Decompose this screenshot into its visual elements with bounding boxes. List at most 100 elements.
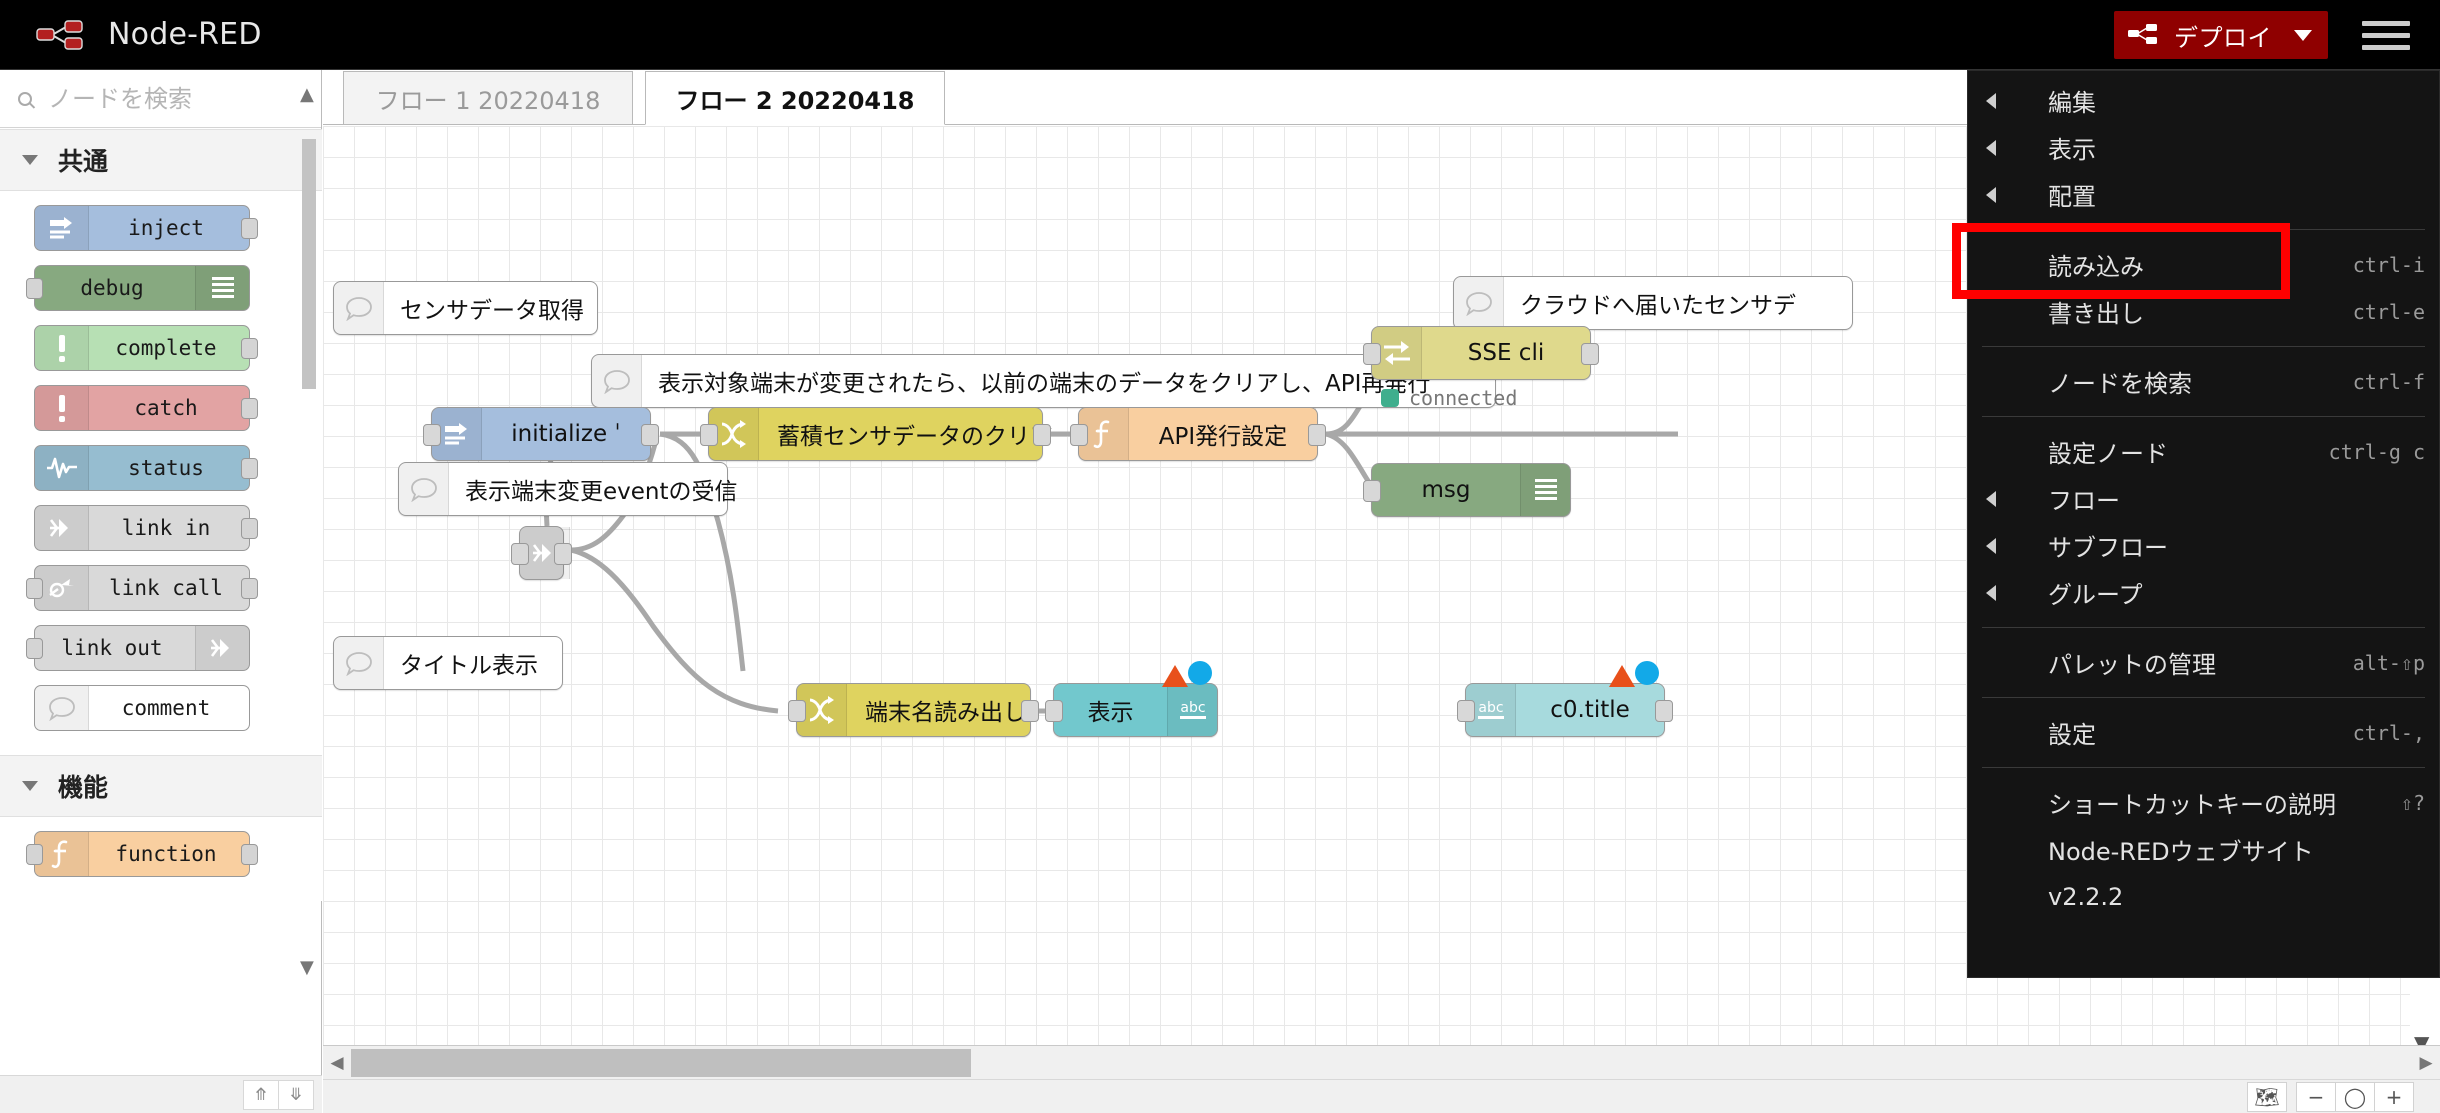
menu-item-8[interactable]: サブフロー: [1968, 522, 2439, 569]
flow-tab-1[interactable]: フロー 2 20220418: [645, 71, 945, 125]
flow-node-n7[interactable]: 端末名読み出し: [788, 683, 1039, 737]
flow-port-out[interactable]: [1655, 700, 1673, 722]
menu-item-shortcut: ctrl-i: [2352, 252, 2425, 277]
flow-port-in[interactable]: [1363, 480, 1381, 502]
flow-node-c3[interactable]: クラウドへ届いたセンサデ: [1453, 276, 1853, 330]
flow-port-out[interactable]: [1033, 424, 1051, 446]
flow-node-n8[interactable]: 表示 abc: [1045, 683, 1218, 737]
hscroll-thumb[interactable]: [351, 1048, 971, 1077]
palette-node-debug[interactable]: debug: [26, 265, 250, 311]
menu-item-7[interactable]: フロー: [1968, 475, 2439, 522]
flow-port-in[interactable]: [700, 424, 718, 446]
menu-item-shortcut: ctrl-g c: [2328, 439, 2425, 464]
flow-port-in[interactable]: [1457, 700, 1475, 722]
flow-node-n2[interactable]: 蓄積センサデータのクリア: [700, 407, 1053, 461]
menu-item-13[interactable]: Node-REDウェブサイト: [1968, 826, 2439, 873]
flow-port-out[interactable]: [1021, 700, 1039, 722]
palette-node-inject[interactable]: inject: [34, 205, 258, 251]
palette-node-link-call[interactable]: link call: [26, 565, 258, 611]
flow-node-c4[interactable]: 表示端末変更eventの受信: [398, 462, 738, 516]
deploy-button[interactable]: デプロイ: [2114, 11, 2328, 59]
search-input[interactable]: [46, 83, 286, 114]
palette-port-out[interactable]: [241, 338, 258, 359]
palette-port-out[interactable]: [241, 518, 258, 539]
circle-icon[interactable]: ◯: [2335, 1081, 2375, 1112]
flow-node-c1[interactable]: センサデータ取得: [333, 281, 598, 335]
menu-item-11[interactable]: 設定 ctrl-,: [1968, 709, 2439, 756]
chevrons-down-icon[interactable]: ⤋: [278, 1079, 314, 1110]
map-icon[interactable]: 🗺: [2247, 1081, 2287, 1112]
palette-port-out[interactable]: [241, 458, 258, 479]
palette-node-comment[interactable]: comment: [34, 685, 250, 731]
palette-node-link-in[interactable]: link in: [34, 505, 258, 551]
chevron-up-icon[interactable]: ▲: [300, 84, 314, 105]
flow-node-n5[interactable]: msg: [1363, 463, 1571, 517]
flow-port-in[interactable]: [423, 424, 441, 446]
menu-item-0[interactable]: 編集: [1968, 77, 2439, 124]
chevron-right-icon[interactable]: ▶: [2412, 1053, 2440, 1073]
chevron-left-icon: [1986, 139, 1996, 156]
main-menu[interactable]: 編集 表示 配置読み込み ctrl-i 書き出し ctrl-e ノードを検索 ctrl-f 設定…: [1952, 70, 2440, 978]
flow-node-n3[interactable]: API発行設定: [1070, 407, 1326, 461]
palette-scroll-thumb[interactable]: [302, 139, 316, 389]
palette-scrollbar[interactable]: ▲ ▼: [300, 84, 318, 1034]
hscroll-track[interactable]: [351, 1046, 2412, 1080]
menu-item-1[interactable]: 表示: [1968, 124, 2439, 171]
menu-item-3[interactable]: 読み込み ctrl-i: [1968, 241, 2439, 288]
chevron-down-icon[interactable]: [2294, 29, 2312, 41]
chevrons-up-icon[interactable]: ⤊: [243, 1079, 279, 1110]
palette-port-out[interactable]: [241, 398, 258, 419]
palette-port-in[interactable]: [26, 578, 43, 599]
canvas-horizontal-scrollbar[interactable]: ◀ ▶: [323, 1045, 2440, 1079]
flow-port-out[interactable]: [641, 424, 659, 446]
menu-item-2[interactable]: 配置: [1968, 171, 2439, 218]
plus-icon[interactable]: +: [2374, 1081, 2414, 1112]
flow-port-out[interactable]: [1308, 424, 1326, 446]
flow-port-out[interactable]: [554, 543, 572, 565]
flow-node-n1[interactable]: initialize ˈ: [423, 407, 659, 461]
flow-node-c5[interactable]: タイトル表示: [333, 636, 563, 690]
palette-search[interactable]: [0, 70, 321, 128]
palette-node-function[interactable]: function: [26, 831, 258, 877]
flow-node-n6[interactable]: [511, 526, 572, 580]
menu-item-14[interactable]: v2.2.2: [1968, 873, 2439, 920]
flow-port-in[interactable]: [1070, 424, 1088, 446]
palette-port-in[interactable]: [26, 844, 43, 865]
flow-port-out[interactable]: [1581, 343, 1599, 365]
palette-scroll-area[interactable]: 共通 inject debug complete catch status link in l…: [0, 129, 322, 1113]
menu-item-label: パレットの管理: [2048, 651, 2216, 679]
palette-node-complete[interactable]: complete: [34, 325, 258, 371]
chevron-left-icon: [1986, 584, 1996, 601]
palette-category-1[interactable]: 機能: [0, 755, 322, 817]
chevron-left-icon[interactable]: ◀: [323, 1053, 351, 1073]
palette-port-out[interactable]: [241, 218, 258, 239]
palette-port-in[interactable]: [26, 278, 43, 299]
flow-port-in[interactable]: [1045, 700, 1063, 722]
flow-port-in[interactable]: [511, 543, 529, 565]
canvas-footer: 🗺 − ◯ +: [323, 1079, 2440, 1113]
chevron-down-icon[interactable]: ▼: [300, 957, 314, 978]
palette-node-catch[interactable]: catch: [34, 385, 258, 431]
palette-category-label: 機能: [58, 773, 109, 802]
flow-port-in[interactable]: [788, 700, 806, 722]
flow-node-n4[interactable]: SSE cli: [1363, 326, 1599, 380]
menu-item-10[interactable]: パレットの管理 alt-⇧p: [1968, 639, 2439, 686]
flow-node-c2[interactable]: 表示対象端末が変更されたら、以前の端末のデータをクリアし、API再発行: [591, 354, 1496, 408]
menu-item-5[interactable]: ノードを検索 ctrl-f: [1968, 358, 2439, 405]
palette-category-0[interactable]: 共通: [0, 129, 322, 191]
palette-node-status[interactable]: status: [34, 445, 258, 491]
palette-port-out[interactable]: [241, 578, 258, 599]
flow-node-n9[interactable]: abc c0.title: [1457, 683, 1673, 737]
palette-node-link-out[interactable]: link out: [26, 625, 250, 671]
palette-port-in[interactable]: [26, 638, 43, 659]
flow-tab-0[interactable]: フロー 1 20220418: [343, 71, 633, 125]
flow-port-in[interactable]: [1363, 343, 1381, 365]
menu-item-6[interactable]: 設定ノード ctrl-g c: [1968, 428, 2439, 475]
menu-item-12[interactable]: ショートカットキーの説明 ⇧?: [1968, 779, 2439, 826]
hamburger-icon[interactable]: [2362, 14, 2410, 57]
minus-icon[interactable]: −: [2296, 1081, 2336, 1112]
menu-item-4[interactable]: 書き出し ctrl-e: [1968, 288, 2439, 335]
flow-node-label: c0.title: [1550, 697, 1630, 723]
menu-item-9[interactable]: グループ: [1968, 569, 2439, 616]
palette-port-out[interactable]: [241, 844, 258, 865]
